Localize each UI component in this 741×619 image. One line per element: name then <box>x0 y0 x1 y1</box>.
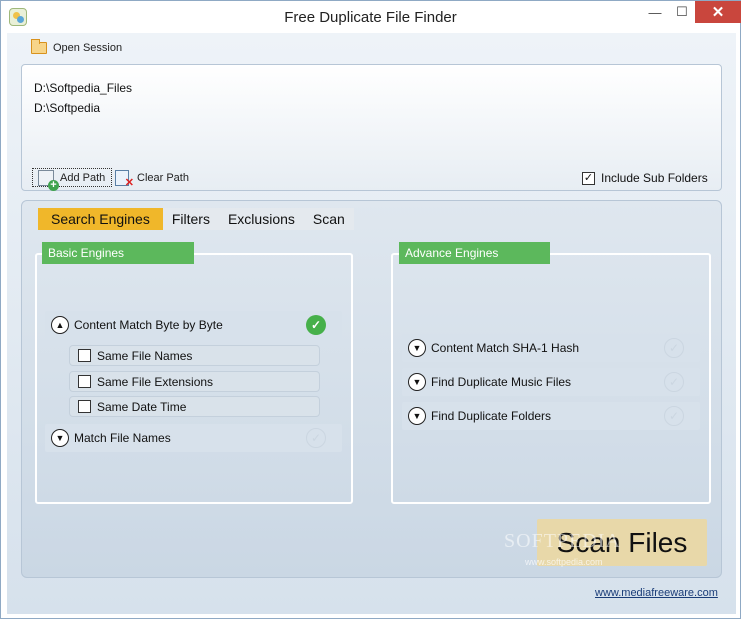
chevron-down-icon[interactable]: ▼ <box>408 407 426 425</box>
engine-content-match-byte[interactable]: ▲ Content Match Byte by Byte ✓ <box>45 311 342 339</box>
include-sub-folders-toggle[interactable]: ✓ Include Sub Folders <box>582 171 708 185</box>
option-same-file-extensions[interactable]: Same File Extensions <box>69 371 320 392</box>
minimize-button[interactable]: — <box>641 1 669 23</box>
engine-match-file-names[interactable]: ▼ Match File Names ✓ <box>45 424 342 452</box>
engine-label: Content Match SHA-1 Hash <box>431 341 580 355</box>
close-button[interactable]: ✕ <box>695 1 741 23</box>
window-title: Free Duplicate File Finder <box>284 9 457 26</box>
advance-engines-header: Advance Engines <box>399 242 550 264</box>
clear-path-label: Clear Path <box>137 171 189 184</box>
watermark-url: www.softpedia.com <box>525 557 603 567</box>
chevron-up-icon[interactable]: ▲ <box>51 316 69 334</box>
add-path-label: Add Path <box>60 171 106 184</box>
tab-scan[interactable]: Scan <box>303 208 354 230</box>
path-item[interactable]: D:\Softpedia <box>34 101 100 115</box>
include-sub-folders-label: Include Sub Folders <box>601 171 708 185</box>
option-label: Same File Names <box>97 348 193 363</box>
check-circle-icon[interactable]: ✓ <box>664 406 684 426</box>
option-checkbox[interactable] <box>78 349 91 362</box>
engine-label: Content Match Byte by Byte <box>74 318 223 332</box>
option-label: Same Date Time <box>97 399 187 414</box>
tab-exclusions[interactable]: Exclusions <box>218 208 304 230</box>
engine-label: Find Duplicate Music Files <box>431 375 572 389</box>
open-session-button[interactable]: Open Session <box>31 39 123 54</box>
engine-duplicate-folders[interactable]: ▼ Find Duplicate Folders ✓ <box>402 402 700 430</box>
engine-sha1-hash[interactable]: ▼ Content Match SHA-1 Hash ✓ <box>402 334 700 362</box>
website-link[interactable]: www.mediafreeware.com <box>595 587 718 599</box>
engine-label: Find Duplicate Folders <box>431 409 552 423</box>
clear-document-icon <box>115 169 134 189</box>
title-bar: Free Duplicate File Finder — ☐ ✕ <box>1 1 741 33</box>
engine-label: Match File Names <box>74 431 171 445</box>
add-folder-icon <box>38 169 59 191</box>
maximize-button[interactable]: ☐ <box>669 1 695 23</box>
check-circle-icon[interactable]: ✓ <box>306 315 326 335</box>
path-item[interactable]: D:\Softpedia_Files <box>34 81 132 95</box>
client-area: Open Session D:\Softpedia_Files D:\Softp… <box>7 33 736 614</box>
tab-filters[interactable]: Filters <box>162 208 219 230</box>
chevron-down-icon[interactable]: ▼ <box>408 339 426 357</box>
chevron-down-icon[interactable]: ▼ <box>408 373 426 391</box>
check-circle-icon[interactable]: ✓ <box>664 338 684 358</box>
tab-search-engines[interactable]: Search Engines <box>38 208 163 230</box>
tab-bar: Search Engines Filters Exclusions Scan <box>38 208 354 230</box>
app-window: Free Duplicate File Finder — ☐ ✕ Open Se… <box>0 0 741 619</box>
watermark: SOFTPEDIA <box>504 530 621 552</box>
check-circle-icon[interactable]: ✓ <box>306 428 326 448</box>
option-same-file-names[interactable]: Same File Names <box>69 345 320 366</box>
chevron-down-icon[interactable]: ▼ <box>51 429 69 447</box>
check-circle-icon[interactable]: ✓ <box>664 372 684 392</box>
engine-duplicate-music[interactable]: ▼ Find Duplicate Music Files ✓ <box>402 368 700 396</box>
include-sub-folders-checkbox[interactable]: ✓ <box>582 171 595 185</box>
folder-open-icon <box>31 39 47 54</box>
option-checkbox[interactable] <box>78 375 91 388</box>
option-label: Same File Extensions <box>97 374 214 389</box>
open-session-label: Open Session <box>53 42 123 54</box>
option-same-date-time[interactable]: Same Date Time <box>69 396 320 417</box>
basic-engines-header: Basic Engines <box>42 242 194 264</box>
clear-path-button[interactable]: Clear Path <box>115 168 189 189</box>
add-path-button[interactable]: Add Path <box>32 168 113 191</box>
option-checkbox[interactable] <box>78 400 91 413</box>
